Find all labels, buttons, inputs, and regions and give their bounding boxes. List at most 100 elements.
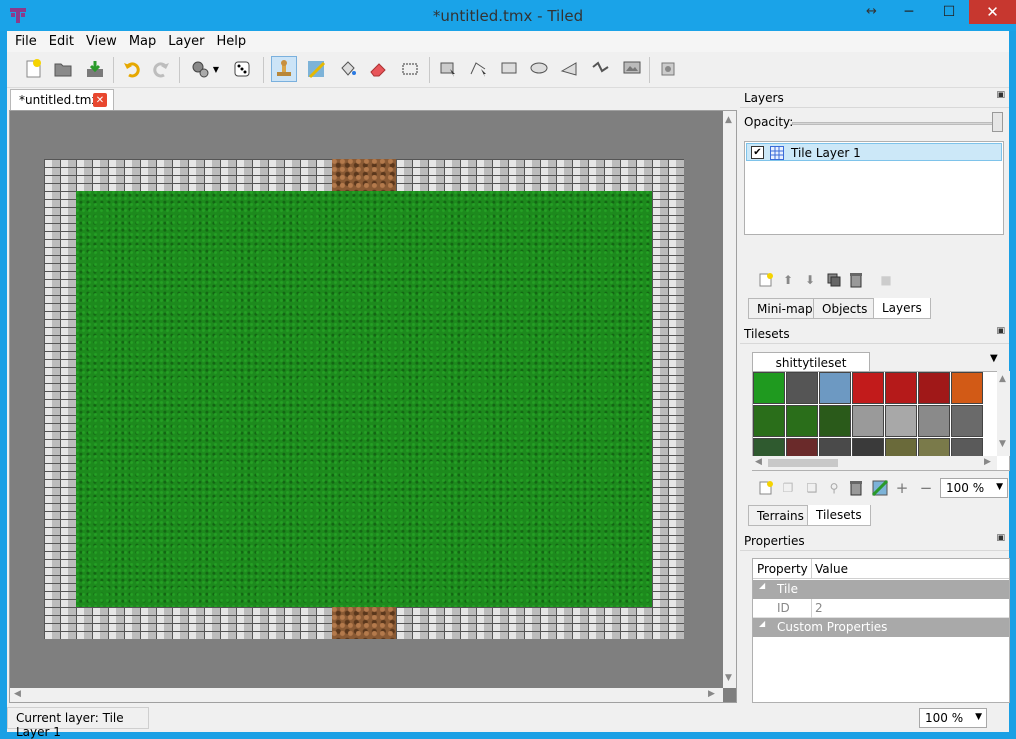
menu-edit[interactable]: Edit <box>43 31 80 52</box>
tileset-vscrollbar[interactable]: ▲ ▼ <box>997 371 1010 456</box>
vertical-scrollbar[interactable]: ▲ ▼ <box>723 111 736 688</box>
layer-visibility-checkbox[interactable]: ✔ <box>751 146 764 159</box>
float-icon[interactable]: ▣ <box>996 326 1005 336</box>
header-value[interactable]: Value <box>815 562 848 576</box>
layer-down-icon[interactable]: ⬇ <box>800 270 820 290</box>
tileset-tile[interactable] <box>918 372 950 404</box>
maximize-button[interactable]: ☐ <box>929 0 969 24</box>
tileset-tile[interactable] <box>885 405 917 437</box>
scroll-thumb[interactable] <box>768 459 838 467</box>
save-icon[interactable] <box>82 56 108 82</box>
close-button[interactable]: ✕ <box>969 0 1016 24</box>
new-map-icon[interactable] <box>20 56 46 82</box>
tileset-tab[interactable]: shittytileset <box>752 352 870 372</box>
magic-icon[interactable] <box>655 56 681 82</box>
terrain-brush-icon[interactable] <box>303 56 329 82</box>
tab-terrains[interactable]: Terrains <box>748 505 813 526</box>
new-tileset-icon[interactable] <box>756 478 776 498</box>
scroll-right-icon[interactable]: ▶ <box>984 457 991 467</box>
group-row-tile[interactable]: ◢ Tile <box>753 580 1009 599</box>
scroll-up-icon[interactable]: ▲ <box>725 115 732 125</box>
embed-tileset-icon[interactable]: ❐ <box>778 478 798 498</box>
tab-mini-map[interactable]: Mini-map <box>748 298 822 319</box>
tileset-tile[interactable] <box>951 372 983 404</box>
scroll-down-icon[interactable]: ▼ <box>725 673 732 683</box>
insert-polyline-icon[interactable] <box>588 56 614 82</box>
insert-tile-icon[interactable] <box>619 56 645 82</box>
duplicate-layer-icon[interactable] <box>824 270 844 290</box>
redo-icon[interactable] <box>148 56 174 82</box>
collapse-icon[interactable]: ◢ <box>759 619 765 628</box>
select-objects-icon[interactable] <box>435 56 461 82</box>
tileset-tile[interactable] <box>852 372 884 404</box>
eraser-icon[interactable] <box>365 56 391 82</box>
minimize-button[interactable]: ─ <box>889 0 929 24</box>
menu-help[interactable]: Help <box>211 31 253 52</box>
scroll-up-icon[interactable]: ▲ <box>999 374 1006 384</box>
tileset-tile[interactable] <box>753 372 785 404</box>
group-row-custom[interactable]: ◢ Custom Properties <box>753 618 1009 637</box>
insert-ellipse-icon[interactable] <box>526 56 552 82</box>
tileset-tile[interactable] <box>786 405 818 437</box>
tileset-hscrollbar[interactable]: ◀ ▶ <box>752 456 997 470</box>
tileset-zoom-select[interactable]: 100 % ▼ <box>940 478 1008 498</box>
tileset-tile[interactable] <box>951 405 983 437</box>
tileset-properties-icon[interactable]: ⚲ <box>824 478 844 498</box>
add-tiles-icon[interactable]: + <box>892 478 912 498</box>
close-tab-icon[interactable]: ✕ <box>93 93 107 107</box>
edit-terrain-icon[interactable] <box>870 478 890 498</box>
float-icon[interactable]: ▣ <box>996 90 1005 100</box>
remove-tiles-icon[interactable]: − <box>916 478 936 498</box>
header-property[interactable]: Property <box>757 562 808 576</box>
tile-map[interactable] <box>44 159 684 639</box>
tileset-tile[interactable] <box>918 405 950 437</box>
tileset-tile[interactable] <box>852 405 884 437</box>
float-icon[interactable]: ▣ <box>996 533 1005 543</box>
horizontal-scrollbar[interactable]: ◀ ▶ <box>10 688 723 702</box>
map-view[interactable]: ▲ ▼ ◀ ▶ <box>9 110 737 703</box>
tab-layers[interactable]: Layers <box>873 298 931 319</box>
undo-icon[interactable] <box>119 56 145 82</box>
rect-select-icon[interactable] <box>397 56 423 82</box>
tileset-tile[interactable] <box>786 372 818 404</box>
title-bar[interactable]: *untitled.tmx - Tiled ↔ ─ ☐ ✕ <box>0 0 1016 31</box>
tileset-tile[interactable] <box>885 372 917 404</box>
stamp-brush-icon[interactable] <box>271 56 297 82</box>
open-icon[interactable] <box>50 56 76 82</box>
bucket-fill-icon[interactable] <box>335 56 361 82</box>
menu-view[interactable]: View <box>80 31 123 52</box>
scroll-right-icon[interactable]: ▶ <box>708 689 715 699</box>
export-tileset-icon[interactable]: ❑ <box>802 478 822 498</box>
tileset-tile[interactable] <box>753 405 785 437</box>
document-tab[interactable]: *untitled.tmx ✕ <box>10 89 114 110</box>
layer-row[interactable]: ✔ Tile Layer 1 <box>746 143 1002 161</box>
layer-up-icon[interactable]: ⬆ <box>778 270 798 290</box>
layer-properties-icon[interactable]: ■ <box>876 270 896 290</box>
scroll-left-icon[interactable]: ◀ <box>755 457 762 467</box>
menu-layer[interactable]: Layer <box>162 31 210 52</box>
menu-file[interactable]: File <box>9 31 43 52</box>
collapse-icon[interactable]: ◢ <box>759 581 765 590</box>
tab-objects[interactable]: Objects <box>813 298 877 319</box>
edit-polygons-icon[interactable] <box>465 56 491 82</box>
random-dice-icon[interactable] <box>229 56 255 82</box>
tileset-menu-icon[interactable]: ▼ <box>990 353 998 364</box>
wall-right <box>652 191 684 607</box>
map-zoom-select[interactable]: 100 % ▼ <box>919 708 987 728</box>
scroll-left-icon[interactable]: ◀ <box>14 689 21 699</box>
insert-rectangle-icon[interactable] <box>496 56 522 82</box>
menu-map[interactable]: Map <box>123 31 162 52</box>
delete-tileset-icon[interactable] <box>846 478 866 498</box>
tab-tilesets[interactable]: Tilesets <box>807 505 871 526</box>
new-layer-icon[interactable] <box>756 270 776 290</box>
property-row-id[interactable]: ID 2 <box>753 599 1009 618</box>
command-dropdown-icon[interactable]: ▼ <box>210 56 222 82</box>
tileset-tile[interactable] <box>819 372 851 404</box>
insert-polygon-icon[interactable] <box>557 56 583 82</box>
delete-layer-icon[interactable] <box>846 270 866 290</box>
opacity-slider-handle[interactable] <box>992 112 1003 132</box>
tileset-tile[interactable] <box>819 405 851 437</box>
opacity-slider[interactable] <box>792 122 997 125</box>
scroll-down-icon[interactable]: ▼ <box>999 439 1006 449</box>
tilesets-panel-label: Tilesets <box>744 327 790 341</box>
